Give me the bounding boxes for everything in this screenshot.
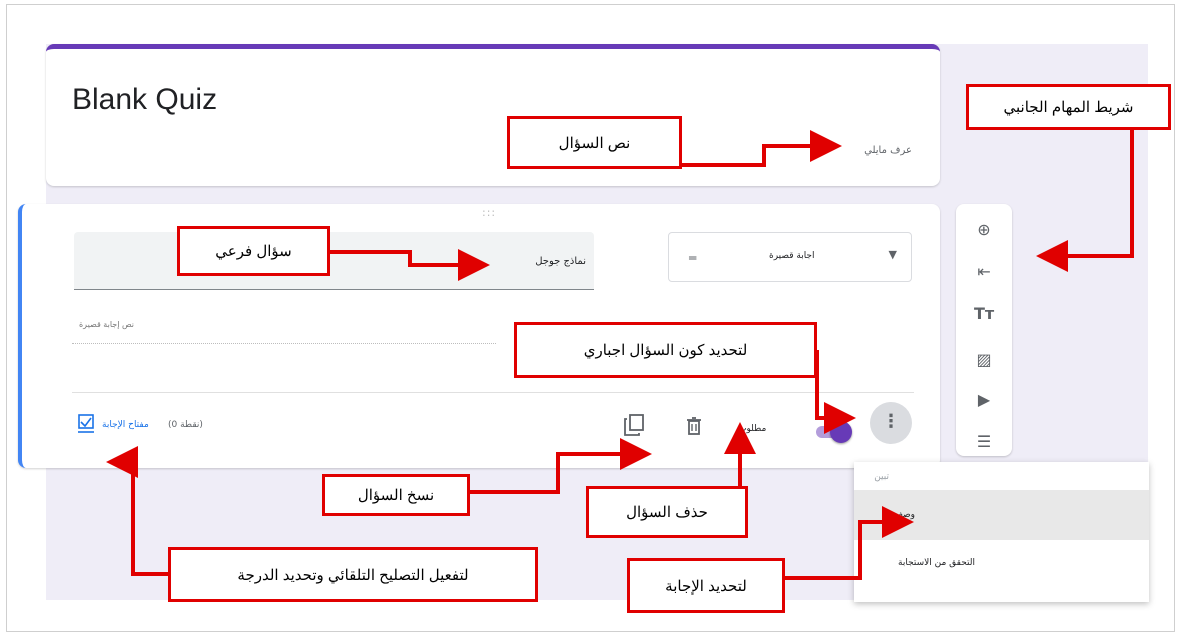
more-options-icon[interactable]: ⋮ xyxy=(870,402,912,444)
callout-question-text: نص السؤال xyxy=(507,116,682,169)
callout-answer: لتحديد الإجابة xyxy=(627,558,785,613)
chevron-down-icon: ▼ xyxy=(888,248,897,261)
delete-icon[interactable] xyxy=(686,417,702,435)
form-title[interactable]: Blank Quiz xyxy=(72,83,217,117)
toggle-thumb xyxy=(830,421,852,443)
required-label: مطلوب xyxy=(738,424,767,434)
side-toolbar: ⊕ ⇤ Tт ▨ ▶ ☰ xyxy=(956,204,1012,456)
add-image-icon[interactable]: ▨ xyxy=(974,350,994,370)
callout-sidebar: شريط المهام الجانبي xyxy=(966,84,1171,130)
add-section-icon[interactable]: ☰ xyxy=(974,432,994,452)
callout-answer-key: لتفعيل التصليح التلقائي وتحديد الدرجة xyxy=(168,547,538,602)
menu-item-description[interactable]: وصف xyxy=(854,490,1149,540)
answer-key-icon[interactable] xyxy=(78,414,94,434)
import-questions-icon[interactable]: ⇤ xyxy=(974,262,994,282)
title-card[interactable]: Blank Quiz عرف مايلي xyxy=(46,44,940,186)
question-input[interactable]: نماذج جوجل xyxy=(74,232,594,290)
add-question-icon[interactable]: ⊕ xyxy=(974,220,994,240)
callout-copy: نسخ السؤال xyxy=(322,474,470,516)
callout-delete: حذف السؤال xyxy=(586,486,748,538)
menu-item-show[interactable]: تبين xyxy=(854,472,1149,490)
question-input-text: نماذج جوجل xyxy=(535,256,586,267)
callout-required: لتحديد كون السؤال اجباري xyxy=(514,322,817,378)
more-options-menu: تبين وصف التحقق من الاستجابة xyxy=(854,462,1149,602)
callout-sub-question: سؤال فرعي xyxy=(177,226,330,276)
required-toggle[interactable] xyxy=(814,421,854,443)
menu-item-label: التحقق من الاستجابة xyxy=(898,558,975,568)
question-type-select[interactable]: اجابة قصيرة ═ ▼ xyxy=(668,232,912,282)
points-label: (نقطة 0) xyxy=(168,420,203,430)
add-title-icon[interactable]: Tт xyxy=(974,304,994,324)
short-answer-icon: ═ xyxy=(689,251,697,265)
form-description[interactable]: عرف مايلي xyxy=(864,145,912,156)
menu-item-label: وصف xyxy=(893,510,915,520)
add-video-icon[interactable]: ▶ xyxy=(974,390,994,410)
menu-item-response-validation[interactable]: التحقق من الاستجابة xyxy=(854,558,1149,578)
question-type-label: اجابة قصيرة xyxy=(769,251,815,261)
short-answer-field: نص إجابة قصيرة xyxy=(72,312,496,344)
answer-key-link[interactable]: مفتاح الإجابة xyxy=(102,420,149,430)
drag-handle-icon[interactable]: ::: xyxy=(482,206,496,219)
menu-item-label: تبين xyxy=(874,472,889,482)
copy-icon[interactable] xyxy=(624,414,644,436)
short-answer-placeholder: نص إجابة قصيرة xyxy=(78,320,134,329)
footer-divider xyxy=(72,392,914,393)
